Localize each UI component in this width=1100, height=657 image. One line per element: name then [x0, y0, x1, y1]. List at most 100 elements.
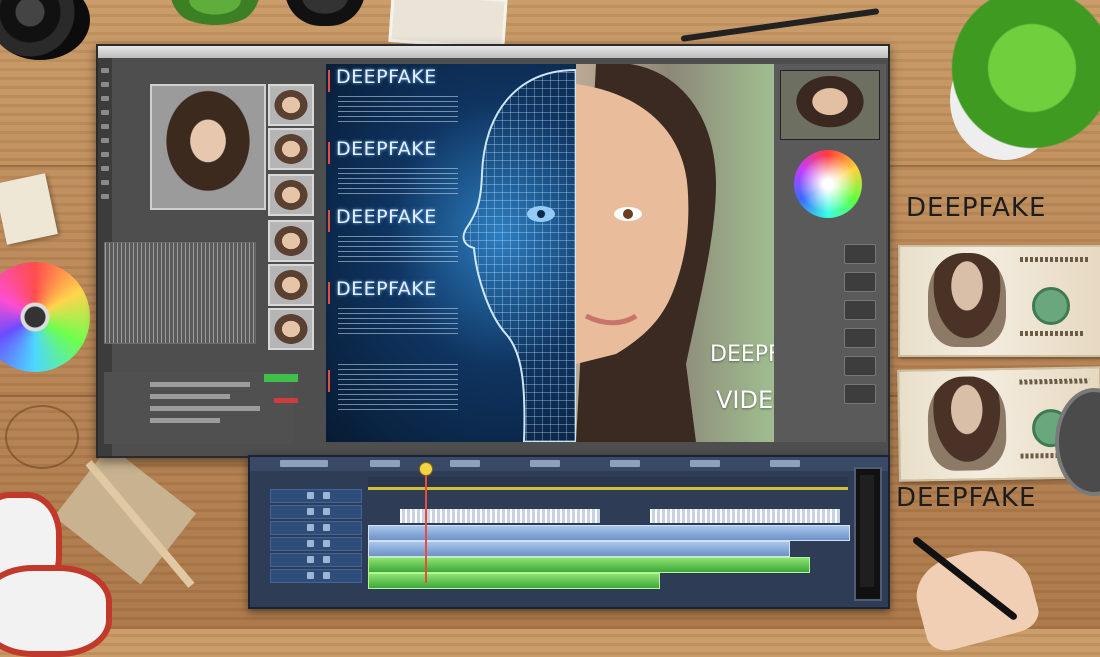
tool-icon[interactable] [101, 68, 109, 73]
video-clip[interactable] [368, 541, 790, 557]
tool-icon[interactable] [101, 96, 109, 101]
wireframe-face-half: DEEPFAKE DEEPFAKE DEEPFAKE DEEPFAKE [326, 64, 577, 442]
timecode-marker [450, 460, 480, 467]
banknote-portrait [928, 253, 1006, 347]
banknote-print [1019, 378, 1090, 385]
track-header[interactable] [270, 569, 362, 583]
track-visibility-icon[interactable] [307, 540, 314, 547]
playhead-handle[interactable] [419, 462, 433, 476]
timecode-marker [370, 460, 400, 467]
panel-button[interactable] [844, 300, 876, 320]
banknote-portrait [927, 375, 1007, 472]
tool-icon[interactable] [101, 110, 109, 115]
panel-button[interactable] [844, 384, 876, 404]
track-header[interactable] [270, 537, 362, 551]
property-slider[interactable] [150, 382, 250, 387]
source-face-thumbnail[interactable] [150, 84, 266, 210]
tool-icon[interactable] [101, 180, 109, 185]
face-thumbnail[interactable] [268, 264, 314, 306]
property-slider[interactable] [150, 394, 230, 399]
tool-icon[interactable] [101, 138, 109, 143]
video-clip[interactable] [650, 509, 840, 523]
speaker-prop [0, 0, 90, 60]
banknote-prop [898, 245, 1100, 357]
succulent-prop [170, 0, 260, 25]
code-text-block [338, 232, 458, 262]
panel-button[interactable] [844, 272, 876, 292]
desk-deepfake-label-bottom: DEEPFAKE [896, 483, 1037, 513]
panel-button[interactable] [844, 244, 876, 264]
hand-prop [908, 538, 1043, 656]
shoe-prop [0, 565, 112, 657]
audio-clip[interactable] [368, 573, 660, 589]
track-lock-icon[interactable] [323, 492, 330, 499]
face-thumbnail[interactable] [268, 220, 314, 262]
color-wheel-icon[interactable] [794, 150, 862, 218]
lens-cap-prop [285, 0, 365, 26]
track-lock-icon[interactable] [323, 508, 330, 515]
track-visibility-icon[interactable] [307, 524, 314, 531]
track-header[interactable] [270, 553, 362, 567]
timeline-header [250, 457, 888, 471]
code-text-block [338, 92, 458, 122]
timecode-marker [530, 460, 560, 467]
tool-icon[interactable] [101, 124, 109, 129]
status-indicator-red [274, 398, 298, 403]
track-lock-icon[interactable] [323, 524, 330, 531]
face-thumbnail[interactable] [268, 84, 314, 126]
panel-button[interactable] [844, 356, 876, 376]
timeline-scrollbar[interactable] [854, 467, 882, 601]
track-visibility-icon[interactable] [307, 572, 314, 579]
window-titlebar[interactable] [98, 46, 888, 58]
banknote-seal [1032, 287, 1070, 325]
desk-deepfake-label-top: DEEPFAKE [906, 193, 1047, 223]
marker-tick [328, 70, 330, 92]
banknote-print [1020, 257, 1090, 262]
track-visibility-icon[interactable] [307, 492, 314, 499]
video-clip[interactable] [368, 525, 850, 541]
marker-tick [328, 142, 330, 164]
target-face-thumbnail[interactable] [780, 70, 880, 140]
video-clip[interactable] [400, 509, 600, 523]
scrollbar-thumb[interactable] [860, 475, 874, 587]
face-thumbnail[interactable] [268, 128, 314, 170]
tool-icon[interactable] [101, 194, 109, 199]
panel-button[interactable] [844, 328, 876, 348]
playhead[interactable] [425, 465, 427, 583]
tool-icon[interactable] [101, 82, 109, 87]
track-visibility-icon[interactable] [307, 556, 314, 563]
cup-ring-prop [5, 405, 79, 469]
plant-prop [930, 0, 1100, 170]
tool-icon[interactable] [101, 152, 109, 157]
audio-waveform-panel[interactable] [104, 242, 256, 344]
deepfake-overlay-label: DEEPFAKE [336, 66, 437, 88]
timecode-marker [690, 460, 720, 467]
track-header[interactable] [270, 505, 362, 519]
status-indicator-green [264, 374, 298, 382]
audio-clip[interactable] [368, 557, 810, 573]
face-thumbnail[interactable] [268, 308, 314, 350]
track-visibility-icon[interactable] [307, 508, 314, 515]
marker-tick [328, 370, 330, 392]
photo-print-prop [388, 0, 508, 50]
timeline-panel [248, 455, 890, 609]
banknote-print [1020, 331, 1085, 336]
track-lock-icon[interactable] [323, 556, 330, 563]
timeline-tab[interactable] [280, 460, 328, 467]
deepfake-overlay-label: DEEPFAKE [336, 206, 437, 228]
properties-panel [104, 372, 294, 444]
track-lock-icon[interactable] [323, 572, 330, 579]
marker-tick [328, 282, 330, 304]
track-lock-icon[interactable] [323, 540, 330, 547]
deepfake-overlay-label: DEEPFAKE [336, 278, 437, 300]
face-thumbnail[interactable] [268, 174, 314, 216]
property-slider[interactable] [150, 418, 220, 423]
disc-prop [0, 262, 90, 372]
tool-icon[interactable] [101, 166, 109, 171]
timeline-ruler[interactable] [368, 477, 848, 490]
property-slider[interactable] [150, 406, 260, 411]
track-header[interactable] [270, 489, 362, 503]
sticky-note-prop [0, 173, 58, 245]
track-header[interactable] [270, 521, 362, 535]
right-inspector-panel [774, 64, 886, 442]
